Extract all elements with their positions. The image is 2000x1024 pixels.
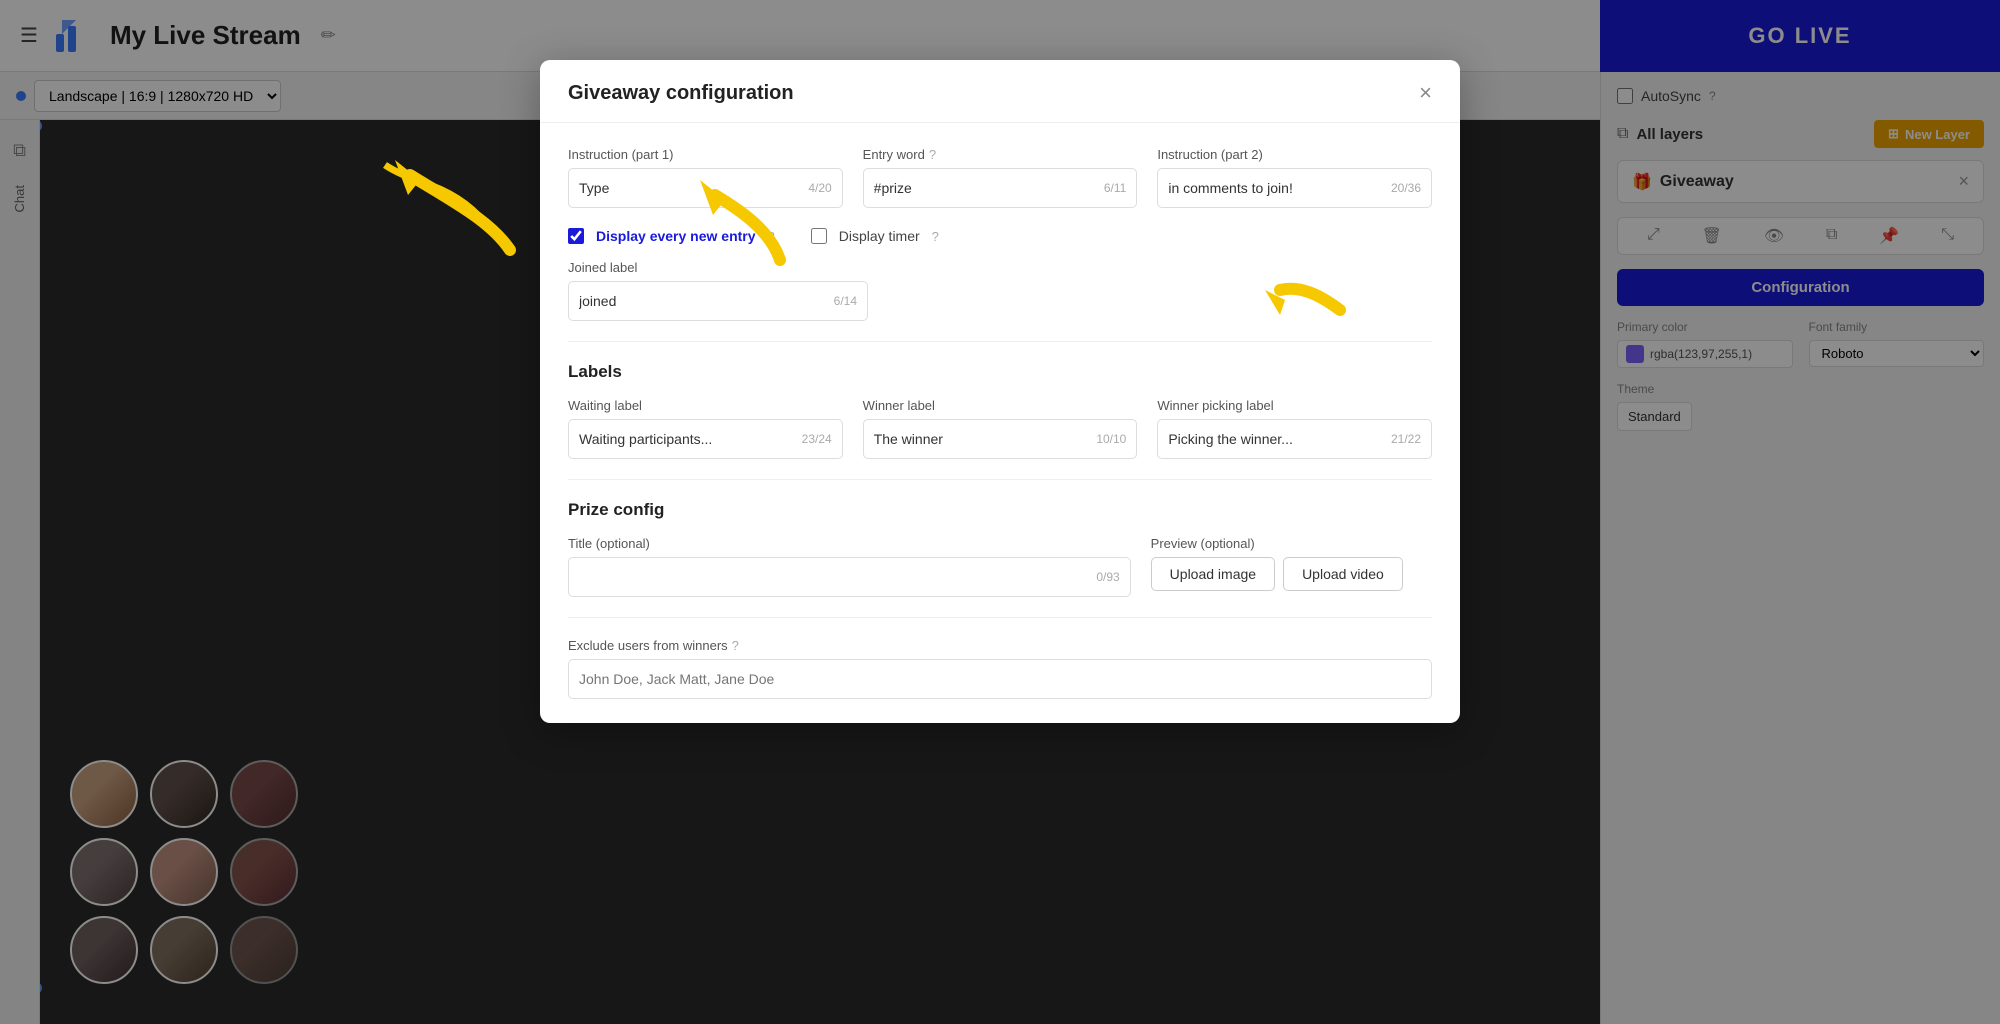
entry-word-label: Entry word ? xyxy=(863,147,1138,162)
display-entry-help-icon[interactable]: ? xyxy=(768,229,775,244)
giveaway-config-modal: Giveaway configuration × Instruction (pa… xyxy=(540,60,1460,723)
modal-header: Giveaway configuration × xyxy=(540,60,1460,123)
waiting-label-group: Waiting label 23/24 xyxy=(568,398,843,459)
instruction-part1-input[interactable] xyxy=(579,180,802,196)
labels-heading: Labels xyxy=(568,362,1432,382)
exclude-group: Exclude users from winners ? xyxy=(568,638,1432,699)
waiting-label-label: Waiting label xyxy=(568,398,843,413)
exclude-help-icon[interactable]: ? xyxy=(732,638,739,653)
winner-picking-label-label: Winner picking label xyxy=(1157,398,1432,413)
modal-body: Instruction (part 1) 4/20 Entry word ? 6… xyxy=(540,123,1460,723)
entry-word-count: 6/11 xyxy=(1104,181,1126,195)
waiting-label-input-wrap: 23/24 xyxy=(568,419,843,459)
winner-label-label: Winner label xyxy=(863,398,1138,413)
waiting-label-count: 23/24 xyxy=(802,432,832,446)
exclude-label: Exclude users from winners ? xyxy=(568,638,1432,653)
display-every-entry-checkbox[interactable] xyxy=(568,228,584,244)
labels-row: Waiting label 23/24 Winner label 10/10 W… xyxy=(568,398,1432,459)
upload-video-button[interactable]: Upload video xyxy=(1283,557,1403,591)
title-input-wrap: 0/93 xyxy=(568,557,1131,597)
prize-row: Title (optional) 0/93 Preview (optional)… xyxy=(568,536,1432,597)
winner-picking-count: 21/22 xyxy=(1391,432,1421,446)
winner-picking-input[interactable] xyxy=(1168,431,1385,447)
modal-close-button[interactable]: × xyxy=(1419,80,1432,106)
display-timer-help-icon[interactable]: ? xyxy=(932,229,939,244)
preview-group: Preview (optional) Upload image Upload v… xyxy=(1151,536,1432,597)
exclude-input-wrap xyxy=(568,659,1432,699)
winner-label-count: 10/10 xyxy=(1096,432,1126,446)
joined-label-group: Joined label 6/14 xyxy=(568,260,868,321)
instruction-part2-input-wrap: 20/36 xyxy=(1157,168,1432,208)
upload-image-button[interactable]: Upload image xyxy=(1151,557,1275,591)
instruction-part2-label: Instruction (part 2) xyxy=(1157,147,1432,162)
entry-word-input-wrap: 6/11 xyxy=(863,168,1138,208)
instruction-part2-input[interactable] xyxy=(1168,180,1385,196)
title-input[interactable] xyxy=(579,569,1090,585)
waiting-label-input[interactable] xyxy=(579,431,796,447)
modal-overlay: Giveaway configuration × Instruction (pa… xyxy=(0,0,2000,1024)
instruction-part1-input-wrap: 4/20 xyxy=(568,168,843,208)
joined-label-input[interactable] xyxy=(579,293,828,309)
title-count: 0/93 xyxy=(1096,570,1119,584)
joined-label-label: Joined label xyxy=(568,260,868,275)
preview-label: Preview (optional) xyxy=(1151,536,1432,551)
title-group: Title (optional) 0/93 xyxy=(568,536,1131,597)
instruction-part1-count: 4/20 xyxy=(808,181,831,195)
exclude-input[interactable] xyxy=(579,671,1421,687)
display-timer-checkbox[interactable] xyxy=(811,228,827,244)
winner-picking-label-group: Winner picking label 21/22 xyxy=(1157,398,1432,459)
display-timer-label: Display timer xyxy=(839,228,920,244)
entry-word-input[interactable] xyxy=(874,180,1098,196)
instruction-part1-group: Instruction (part 1) 4/20 xyxy=(568,147,843,208)
upload-buttons: Upload image Upload video xyxy=(1151,557,1432,591)
divider-2 xyxy=(568,479,1432,480)
instruction-part2-count: 20/36 xyxy=(1391,181,1421,195)
entry-word-group: Entry word ? 6/11 xyxy=(863,147,1138,208)
instruction-part2-group: Instruction (part 2) 20/36 xyxy=(1157,147,1432,208)
divider-1 xyxy=(568,341,1432,342)
modal-title: Giveaway configuration xyxy=(568,82,794,105)
winner-label-input-wrap: 10/10 xyxy=(863,419,1138,459)
joined-label-input-wrap: 6/14 xyxy=(568,281,868,321)
joined-label-count: 6/14 xyxy=(834,294,857,308)
instruction-part1-label: Instruction (part 1) xyxy=(568,147,843,162)
entry-word-help-icon[interactable]: ? xyxy=(929,147,936,162)
title-label: Title (optional) xyxy=(568,536,1131,551)
instruction-row: Instruction (part 1) 4/20 Entry word ? 6… xyxy=(568,147,1432,208)
checkbox-row: Display every new entry ? Display timer … xyxy=(568,228,1432,244)
winner-label-input[interactable] xyxy=(874,431,1091,447)
winner-picking-input-wrap: 21/22 xyxy=(1157,419,1432,459)
divider-3 xyxy=(568,617,1432,618)
prize-config-heading: Prize config xyxy=(568,500,1432,520)
display-every-entry-label: Display every new entry xyxy=(596,228,756,244)
winner-label-group: Winner label 10/10 xyxy=(863,398,1138,459)
